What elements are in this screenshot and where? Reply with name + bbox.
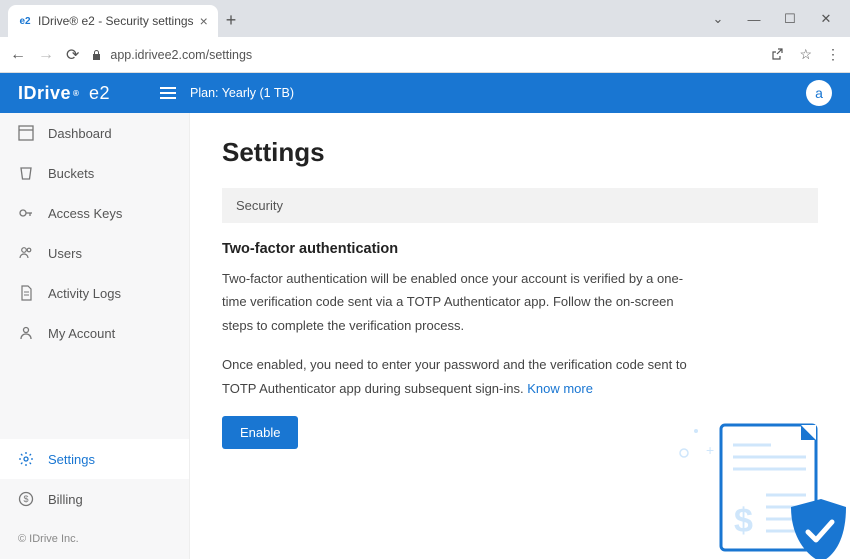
window-controls: ⌄ ― ☐ ✕ <box>704 11 850 37</box>
svg-text:$: $ <box>23 494 28 504</box>
sidebar-item-billing[interactable]: $ Billing <box>0 479 189 519</box>
sidebar-item-label: Activity Logs <box>48 286 121 301</box>
new-tab-button[interactable]: + <box>226 10 237 37</box>
tfa-description-2: Once enabled, you need to enter your pas… <box>222 353 702 400</box>
sidebar-item-label: Dashboard <box>48 126 112 141</box>
browser-tab-bar: e2 IDrive® e2 - Security settings × + ⌄ … <box>0 0 850 37</box>
lock-icon <box>91 49 102 61</box>
close-tab-icon[interactable]: × <box>200 13 208 29</box>
sidebar-item-activity-logs[interactable]: Activity Logs <box>0 273 189 313</box>
forward-button[interactable]: → <box>38 46 54 64</box>
page-title: Settings <box>222 137 818 168</box>
back-button[interactable]: ← <box>10 46 26 64</box>
sidebar-item-label: Access Keys <box>48 206 122 221</box>
url-input[interactable]: app.idrivee2.com/settings <box>91 48 758 62</box>
close-window-icon[interactable]: ✕ <box>812 11 840 27</box>
avatar[interactable]: a <box>806 80 832 106</box>
reload-button[interactable]: ⟳ <box>66 45 79 65</box>
know-more-link[interactable]: Know more <box>527 381 593 396</box>
billing-illustration: + $ <box>676 407 846 559</box>
share-icon[interactable] <box>770 47 785 62</box>
copyright: © IDrive Inc. <box>0 519 189 559</box>
sidebar: Dashboard Buckets Access Keys Users <box>0 113 190 559</box>
tab-favicon-icon: e2 <box>18 14 32 28</box>
browser-tab[interactable]: e2 IDrive® e2 - Security settings × <box>8 5 218 37</box>
svg-text:+: + <box>706 442 714 458</box>
menu-icon[interactable]: ⋮ <box>826 46 840 63</box>
sidebar-item-buckets[interactable]: Buckets <box>0 153 189 193</box>
plan-label: Plan: Yearly (1 TB) <box>190 86 294 100</box>
sidebar-item-label: Users <box>48 246 82 261</box>
sidebar-item-users[interactable]: Users <box>0 233 189 273</box>
chevron-down-icon[interactable]: ⌄ <box>704 11 732 27</box>
key-icon <box>18 205 34 221</box>
maximize-icon[interactable]: ☐ <box>776 11 804 27</box>
sidebar-item-access-keys[interactable]: Access Keys <box>0 193 189 233</box>
sidebar-item-label: Settings <box>48 452 95 467</box>
account-icon <box>18 325 34 341</box>
document-icon <box>18 285 34 301</box>
dashboard-icon <box>18 125 34 141</box>
url-text: app.idrivee2.com/settings <box>110 48 252 62</box>
star-icon[interactable]: ☆ <box>799 46 812 63</box>
tfa-description-1: Two-factor authentication will be enable… <box>222 267 702 337</box>
svg-text:$: $ <box>734 502 753 540</box>
hamburger-icon[interactable] <box>160 87 176 99</box>
sidebar-item-dashboard[interactable]: Dashboard <box>0 113 189 153</box>
sidebar-item-settings[interactable]: Settings <box>0 439 189 479</box>
main-content: Settings Security Two-factor authenticat… <box>190 113 850 559</box>
enable-button[interactable]: Enable <box>222 416 298 449</box>
users-icon <box>18 245 34 261</box>
dollar-icon: $ <box>18 491 34 507</box>
tab-title: IDrive® e2 - Security settings <box>38 14 194 28</box>
tfa-title: Two-factor authentication <box>222 241 818 257</box>
sidebar-item-label: My Account <box>48 326 115 341</box>
address-bar: ← → ⟳ app.idrivee2.com/settings ☆ ⋮ <box>0 37 850 73</box>
sidebar-item-label: Billing <box>48 492 83 507</box>
minimize-icon[interactable]: ― <box>740 12 768 27</box>
section-header: Security <box>222 188 818 223</box>
app-header: IDrive® e2 Plan: Yearly (1 TB) a <box>0 73 850 113</box>
sidebar-item-label: Buckets <box>48 166 94 181</box>
sidebar-item-my-account[interactable]: My Account <box>0 313 189 353</box>
brand-logo[interactable]: IDrive® e2 <box>18 83 110 104</box>
bucket-icon <box>18 165 34 181</box>
gear-icon <box>18 451 34 467</box>
